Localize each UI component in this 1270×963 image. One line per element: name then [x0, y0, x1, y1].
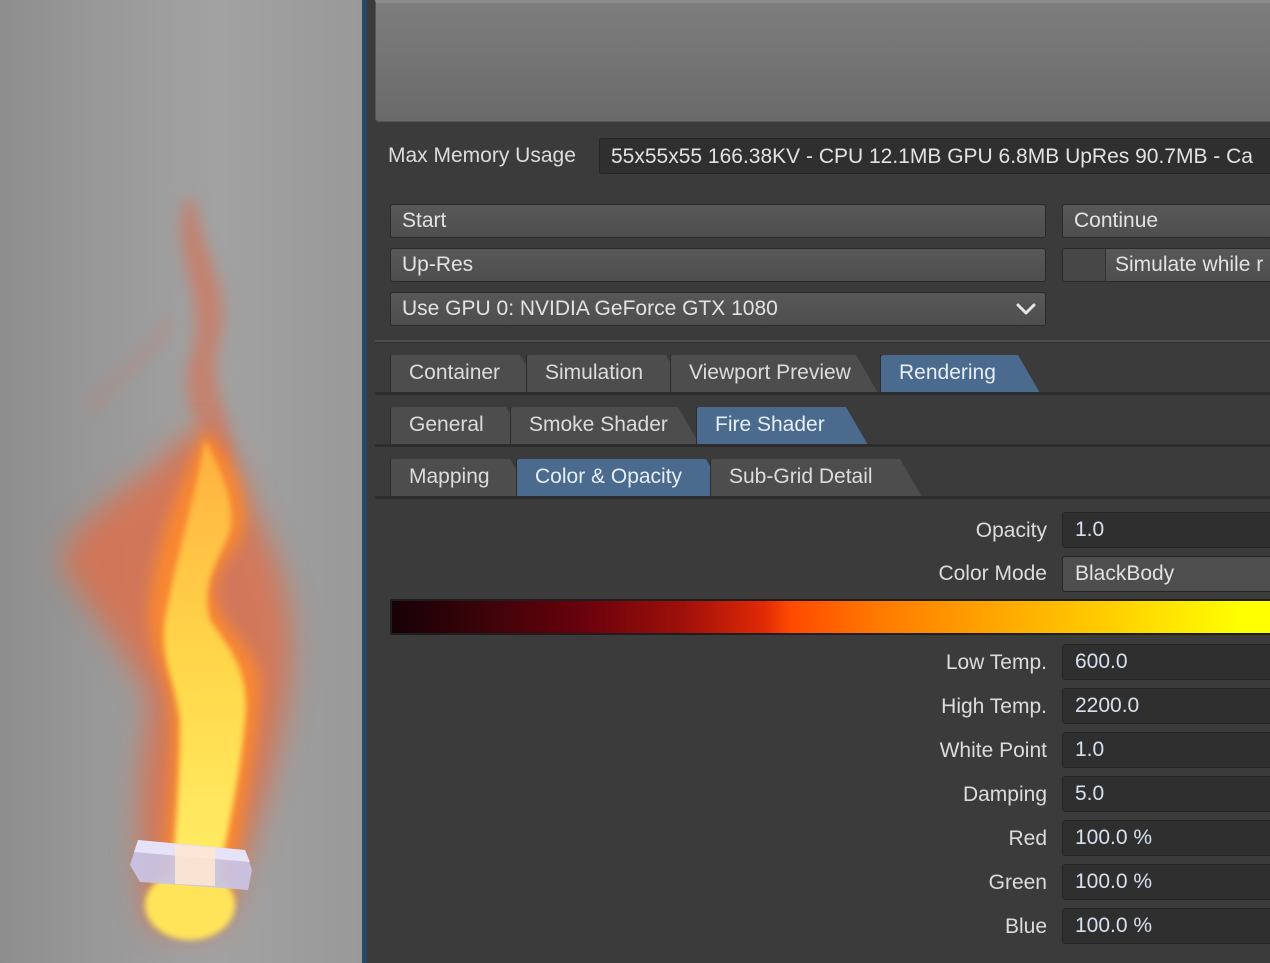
properties-panel: Max Memory Usage 55x55x55 166.38KV - CPU… [367, 0, 1270, 963]
green-field[interactable]: 100.0 % [1062, 864, 1270, 900]
simulate-checkbox[interactable] [1063, 249, 1106, 281]
simulate-while-label: Simulate while r [1115, 253, 1264, 276]
blue-label: Blue [1004, 915, 1047, 938]
low-temp-label: Low Temp. [945, 651, 1047, 674]
opacity-label: Opacity [975, 519, 1047, 542]
white-point-field[interactable]: 1.0 [1062, 732, 1270, 768]
tab-smoke-shader[interactable]: Smoke Shader [510, 407, 700, 445]
preview-area [375, 0, 1270, 122]
render-viewport[interactable] [0, 0, 362, 963]
main-tab-bar: Container Simulation Viewport Preview Re… [375, 355, 1270, 395]
tab-general[interactable]: General [390, 407, 528, 445]
gpu-select-value: Use GPU 0: NVIDIA GeForce GTX 1080 [402, 297, 778, 320]
white-point-label: White Point [939, 739, 1047, 762]
red-field[interactable]: 100.0 % [1062, 820, 1270, 856]
render-tab-bar: General Smoke Shader Fire Shader [375, 407, 1270, 447]
color-mode-dropdown[interactable]: BlackBody [1062, 556, 1270, 592]
fire-tab-bar: Mapping Color & Opacity Sub-Grid Detail [375, 459, 1270, 499]
blackbody-gradient-bar[interactable] [390, 599, 1270, 635]
high-temp-label: High Temp. [941, 695, 1047, 718]
tab-underline [375, 392, 1270, 395]
tab-fire-shader[interactable]: Fire Shader [696, 407, 868, 445]
upres-button[interactable]: Up-Res [390, 248, 1046, 282]
tab-mapping[interactable]: Mapping [390, 459, 532, 497]
red-label: Red [1008, 827, 1047, 850]
tab-underline [375, 444, 1270, 447]
blue-field[interactable]: 100.0 % [1062, 908, 1270, 944]
damping-field[interactable]: 5.0 [1062, 776, 1270, 812]
low-temp-field[interactable]: 600.0 [1062, 644, 1270, 680]
max-memory-label: Max Memory Usage [388, 144, 576, 167]
tab-color-opacity[interactable]: Color & Opacity [516, 459, 728, 497]
opacity-field[interactable]: 1.0 [1062, 512, 1270, 548]
start-button[interactable]: Start [390, 204, 1046, 238]
tab-sub-grid-detail[interactable]: Sub-Grid Detail [710, 459, 922, 497]
section-divider [375, 340, 1270, 343]
fire-render-image [60, 200, 292, 940]
high-temp-field[interactable]: 2200.0 [1062, 688, 1270, 724]
green-label: Green [988, 871, 1047, 894]
gpu-select[interactable]: Use GPU 0: NVIDIA GeForce GTX 1080 [390, 292, 1046, 326]
continue-button[interactable]: Continue [1062, 204, 1270, 238]
tab-container[interactable]: Container [390, 355, 542, 393]
tab-underline [375, 496, 1270, 499]
simulate-while-toggle[interactable]: Simulate while r [1062, 248, 1270, 282]
tab-simulation[interactable]: Simulation [526, 355, 688, 393]
max-memory-readout: 55x55x55 166.38KV - CPU 12.1MB GPU 6.8MB… [599, 138, 1270, 174]
color-mode-label: Color Mode [938, 562, 1047, 585]
tab-rendering[interactable]: Rendering [880, 355, 1040, 393]
chevron-down-icon [1016, 303, 1036, 315]
damping-label: Damping [962, 783, 1047, 806]
tab-viewport-preview[interactable]: Viewport Preview [670, 355, 878, 393]
